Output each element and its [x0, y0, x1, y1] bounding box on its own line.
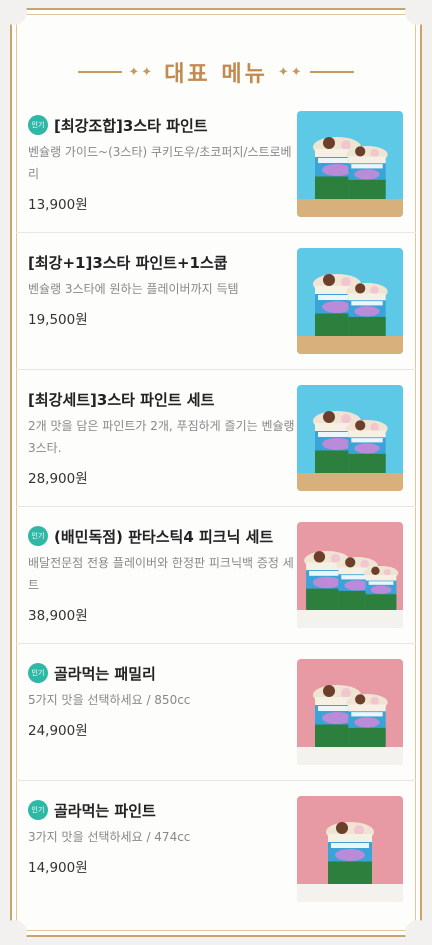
menu-item-name-row: 인기 골라먹는 파인트 — [28, 797, 298, 823]
corner-notch — [1, 0, 27, 25]
ice-cream-pint-icon — [363, 566, 399, 610]
menu-item-name-row: 인기 (배민독점) 판타스틱4 피크닉 세트 — [28, 523, 298, 549]
ice-cream-pint-icon — [346, 283, 388, 336]
menu-item-name: 골라먹는 패밀리 — [54, 664, 156, 683]
menu-item-info: [최강세트]3스타 파인트 세트 2개 맛을 담은 파인트가 2개, 푸짐하게 즐… — [28, 386, 298, 488]
menu-item-description: 2개 맛을 담은 파인트가 2개, 푸짐하게 즐기는 벤슐랭 3스타. — [28, 419, 295, 455]
popular-badge: 인기 — [28, 800, 48, 820]
menu-item[interactable]: [최강+1]3스타 파인트+1스쿱벤슐랭 3스타에 원하는 플레이버까지 득템 1… — [16, 233, 416, 370]
menu-item-info: [최강+1]3스타 파인트+1스쿱벤슐랭 3스타에 원하는 플레이버까지 득템 1… — [28, 249, 298, 329]
pint-illustration — [297, 385, 403, 491]
popular-badge: 인기 — [28, 115, 48, 135]
pint-illustration — [297, 522, 403, 628]
ice-cream-pint-icon — [326, 822, 374, 884]
menu-item-photo[interactable] — [297, 385, 403, 491]
menu-item[interactable]: 인기 골라먹는 파인트 3가지 맛을 선택하세요 / 474cc 14,900원 — [16, 781, 416, 918]
menu-item-price: 19,500원 — [28, 312, 88, 328]
menu-item-price: 24,900원 — [28, 723, 88, 739]
menu-item-name-row: [최강+1]3스타 파인트+1스쿱 — [28, 249, 298, 275]
menu-item-name: 골라먹는 파인트 — [54, 801, 156, 820]
corner-notch — [1, 920, 27, 945]
menu-item-photo[interactable] — [297, 522, 403, 628]
menu-item[interactable]: [최강세트]3스타 파인트 세트 2개 맛을 담은 파인트가 2개, 푸짐하게 즐… — [16, 370, 416, 507]
menu-item-photo[interactable] — [297, 659, 403, 765]
ice-cream-pint-icon — [346, 694, 388, 747]
menu-item-photo[interactable] — [297, 796, 403, 902]
menu-item-photo[interactable] — [297, 248, 403, 354]
menu-item-price: 28,900원 — [28, 471, 88, 487]
pint-illustration — [297, 111, 403, 217]
menu-item-description: 3가지 맛을 선택하세요 / 474cc — [28, 830, 191, 844]
menu-item-price: 14,900원 — [28, 860, 88, 876]
section-header: ✦✦ 대표 메뉴 ✦✦ — [0, 52, 432, 92]
menu-item-name-row: [최강세트]3스타 파인트 세트 — [28, 386, 298, 412]
sparkle-icon: ✦✦ — [128, 64, 155, 80]
popular-badge: 인기 — [28, 526, 48, 546]
menu-item-description: 벤슐랭 3스타에 원하는 플레이버까지 득템 — [28, 282, 239, 296]
ice-cream-pint-icon — [346, 420, 388, 473]
menu-item-name: (배민독점) 판타스틱4 피크닉 세트 — [54, 527, 274, 546]
menu-item-info: 인기 (배민독점) 판타스틱4 피크닉 세트배달전문점 전용 플레이버와 한정판 … — [28, 523, 298, 624]
corner-notch — [405, 920, 431, 945]
menu-item[interactable]: 인기 (배민독점) 판타스틱4 피크닉 세트배달전문점 전용 플레이버와 한정판 … — [16, 507, 416, 644]
menu-item-price: 13,900원 — [28, 197, 88, 213]
menu-list: 인기 [최강조합]3스타 파인트벤슐랭 가이드~(3스타) 쿠키도우/초코퍼지/스… — [16, 96, 416, 918]
corner-notch — [405, 0, 431, 25]
menu-item-photo[interactable] — [297, 111, 403, 217]
menu-item-description: 배달전문점 전용 플레이버와 한정판 피크닉백 증정 세트 — [28, 556, 294, 592]
section-title: 대표 메뉴 — [164, 62, 268, 87]
menu-item[interactable]: 인기 골라먹는 패밀리 5가지 맛을 선택하세요 / 850cc 24,900원 — [16, 644, 416, 781]
menu-item-name: [최강+1]3스타 파인트+1스쿱 — [28, 253, 228, 272]
header-rule-right — [309, 71, 354, 73]
menu-item-name: [최강조합]3스타 파인트 — [54, 116, 208, 135]
menu-item-name-row: 인기 골라먹는 패밀리 — [28, 660, 298, 686]
menu-item-price: 38,900원 — [28, 608, 88, 624]
menu-item-description: 5가지 맛을 선택하세요 / 850cc — [28, 693, 191, 707]
popular-badge: 인기 — [28, 663, 48, 683]
menu-item-description: 벤슐랭 가이드~(3스타) 쿠키도우/초코퍼지/스트로베리 — [28, 145, 292, 181]
menu-item[interactable]: 인기 [최강조합]3스타 파인트벤슐랭 가이드~(3스타) 쿠키도우/초코퍼지/스… — [16, 96, 416, 233]
sparkle-icon: ✦✦ — [277, 64, 304, 80]
menu-item-name-row: 인기 [최강조합]3스타 파인트 — [28, 112, 298, 138]
menu-item-info: 인기 골라먹는 파인트 3가지 맛을 선택하세요 / 474cc 14,900원 — [28, 797, 298, 876]
ice-cream-pint-icon — [346, 146, 388, 199]
pint-illustration — [297, 659, 403, 765]
header-rule-left — [78, 71, 123, 73]
pint-illustration — [297, 248, 403, 354]
menu-item-name: [최강세트]3스타 파인트 세트 — [28, 390, 215, 409]
pint-illustration — [297, 796, 403, 902]
menu-item-info: 인기 골라먹는 패밀리 5가지 맛을 선택하세요 / 850cc 24,900원 — [28, 660, 298, 739]
menu-item-info: 인기 [최강조합]3스타 파인트벤슐랭 가이드~(3스타) 쿠키도우/초코퍼지/스… — [28, 112, 298, 213]
